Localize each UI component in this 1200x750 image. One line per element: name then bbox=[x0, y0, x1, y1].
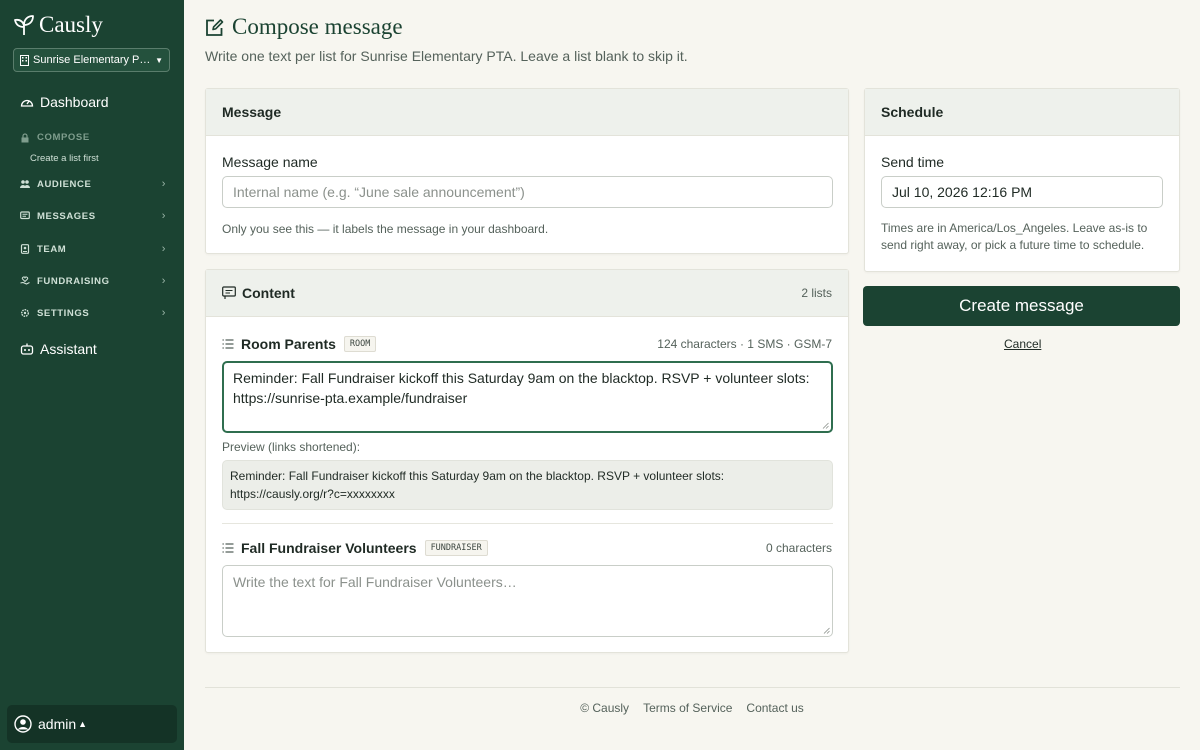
footer-divider bbox=[205, 687, 1180, 688]
chat-icon bbox=[222, 286, 236, 299]
list-message-textarea[interactable]: Write the text for Fall Fundraiser Volun… bbox=[222, 565, 833, 637]
list-char-count: 124 characters · 1 SMS · GSM-7 bbox=[657, 337, 832, 351]
list-message-text: Reminder: Fall Fundraiser kickoff this S… bbox=[233, 370, 810, 406]
gear-icon bbox=[21, 309, 29, 317]
chevron-right-icon: › bbox=[161, 275, 166, 287]
create-message-button[interactable]: Create message bbox=[863, 286, 1180, 326]
content-card-title: Content bbox=[242, 285, 295, 301]
brand-name: Causly bbox=[39, 12, 103, 37]
nav-dashboard-label: Dashboard bbox=[40, 94, 109, 110]
org-selector-label: Sunrise Elementary PTA bbox=[33, 54, 152, 66]
chat-icon bbox=[20, 211, 30, 220]
resize-grip-icon[interactable] bbox=[822, 422, 829, 429]
nav-fundraising[interactable]: FUNDRAISING › bbox=[20, 275, 166, 287]
nav-settings-label: SETTINGS bbox=[37, 307, 90, 319]
send-time-label: Send time bbox=[881, 154, 945, 170]
list-count: 2 lists bbox=[801, 286, 832, 300]
nav-team[interactable]: TEAM › bbox=[20, 243, 166, 255]
nav-assistant[interactable]: Assistant bbox=[20, 341, 97, 357]
sprout-icon bbox=[14, 15, 34, 35]
footer-copyright: © Causly bbox=[580, 701, 630, 715]
caret-down-icon: ▼ bbox=[155, 55, 163, 65]
footer-contact-link[interactable]: Contact us bbox=[746, 701, 803, 715]
page-title-text: Compose message bbox=[232, 14, 403, 39]
message-card-header: Message bbox=[206, 89, 848, 136]
list-icon bbox=[222, 339, 234, 349]
edit-icon bbox=[206, 18, 224, 36]
preview-box: Reminder: Fall Fundraiser kickoff this S… bbox=[222, 460, 833, 510]
page-title: Compose message bbox=[205, 14, 403, 40]
send-time-help: Times are in America/Los_Angeles. Leave … bbox=[881, 221, 1148, 252]
resize-grip-icon[interactable] bbox=[823, 627, 830, 634]
list-message-placeholder: Write the text for Fall Fundraiser Volun… bbox=[233, 574, 517, 590]
message-name-help: Only you see this — it labels the messag… bbox=[222, 222, 549, 236]
list-header-room-parents: Room Parents ROOM bbox=[222, 336, 377, 352]
chevron-right-icon: › bbox=[161, 178, 166, 190]
list-tag: FUNDRAISER bbox=[424, 540, 488, 556]
robot-icon bbox=[20, 343, 34, 355]
sidebar: Causly Sunrise Elementary PTA ▼ Dashboar… bbox=[0, 0, 184, 750]
send-time-input[interactable]: Jul 10, 2026 12:16 PM bbox=[881, 176, 1163, 208]
nav-compose: COMPOSE bbox=[20, 132, 166, 143]
heart-hand-icon bbox=[20, 276, 30, 285]
content-card-header: Content 2 lists bbox=[206, 270, 848, 317]
footer-terms-link[interactable]: Terms of Service bbox=[643, 701, 732, 715]
message-name-label: Message name bbox=[222, 154, 318, 170]
nav-settings[interactable]: SETTINGS › bbox=[20, 307, 166, 319]
list-name: Fall Fundraiser Volunteers bbox=[241, 540, 417, 556]
nav-messages[interactable]: MESSAGES › bbox=[20, 210, 166, 222]
lock-icon bbox=[21, 132, 29, 142]
people-icon bbox=[20, 180, 30, 188]
chevron-right-icon: › bbox=[161, 210, 166, 222]
user-avatar-icon bbox=[14, 715, 32, 733]
list-char-count: 0 characters bbox=[765, 541, 832, 555]
schedule-card-title: Schedule bbox=[881, 104, 944, 120]
page-subtitle: Write one text per list for Sunrise Elem… bbox=[205, 48, 688, 64]
list-icon bbox=[222, 543, 234, 553]
caret-up-icon: ▲ bbox=[78, 719, 88, 729]
schedule-card-header: Schedule bbox=[865, 89, 1179, 136]
building-icon bbox=[20, 54, 29, 66]
chevron-right-icon: › bbox=[161, 307, 166, 319]
schedule-card: Schedule Send time Jul 10, 2026 12:16 PM… bbox=[864, 88, 1180, 272]
nav-assistant-label: Assistant bbox=[40, 341, 97, 357]
message-name-input[interactable]: Internal name (e.g. “June sale announcem… bbox=[222, 176, 833, 208]
list-header-fall-fundraiser-volunteers: Fall Fundraiser Volunteers FUNDRAISER bbox=[222, 540, 488, 556]
nav-audience-label: AUDIENCE bbox=[37, 178, 92, 190]
nav-audience[interactable]: AUDIENCE › bbox=[20, 178, 166, 190]
nav-team-label: TEAM bbox=[37, 243, 67, 255]
nav-compose-label: COMPOSE bbox=[37, 132, 90, 143]
badge-icon bbox=[20, 244, 30, 254]
preview-label: Preview (links shortened): bbox=[222, 440, 361, 454]
message-card: Message Message name Internal name (e.g.… bbox=[205, 88, 849, 254]
gauge-icon bbox=[20, 99, 34, 107]
chevron-right-icon: › bbox=[161, 243, 166, 255]
nav-fundraising-label: FUNDRAISING bbox=[37, 275, 110, 287]
org-selector[interactable]: Sunrise Elementary PTA ▼ bbox=[13, 48, 170, 72]
footer: © Causly Terms of Service Contact us bbox=[0, 701, 1200, 715]
divider bbox=[222, 523, 833, 524]
nav-dashboard[interactable]: Dashboard bbox=[20, 94, 109, 110]
list-message-textarea[interactable]: Reminder: Fall Fundraiser kickoff this S… bbox=[222, 361, 833, 433]
cancel-link[interactable]: Cancel bbox=[1004, 337, 1041, 351]
list-tag: ROOM bbox=[343, 336, 377, 352]
nav-messages-label: MESSAGES bbox=[37, 210, 96, 222]
nav-compose-hint: Create a list first bbox=[30, 153, 99, 164]
list-name: Room Parents bbox=[241, 336, 336, 352]
user-name: admin bbox=[38, 716, 77, 732]
message-card-title: Message bbox=[222, 104, 282, 120]
brand-logo[interactable]: Causly bbox=[14, 12, 103, 38]
content-card: Content 2 lists Room Parents ROOM 124 ch… bbox=[205, 269, 849, 653]
